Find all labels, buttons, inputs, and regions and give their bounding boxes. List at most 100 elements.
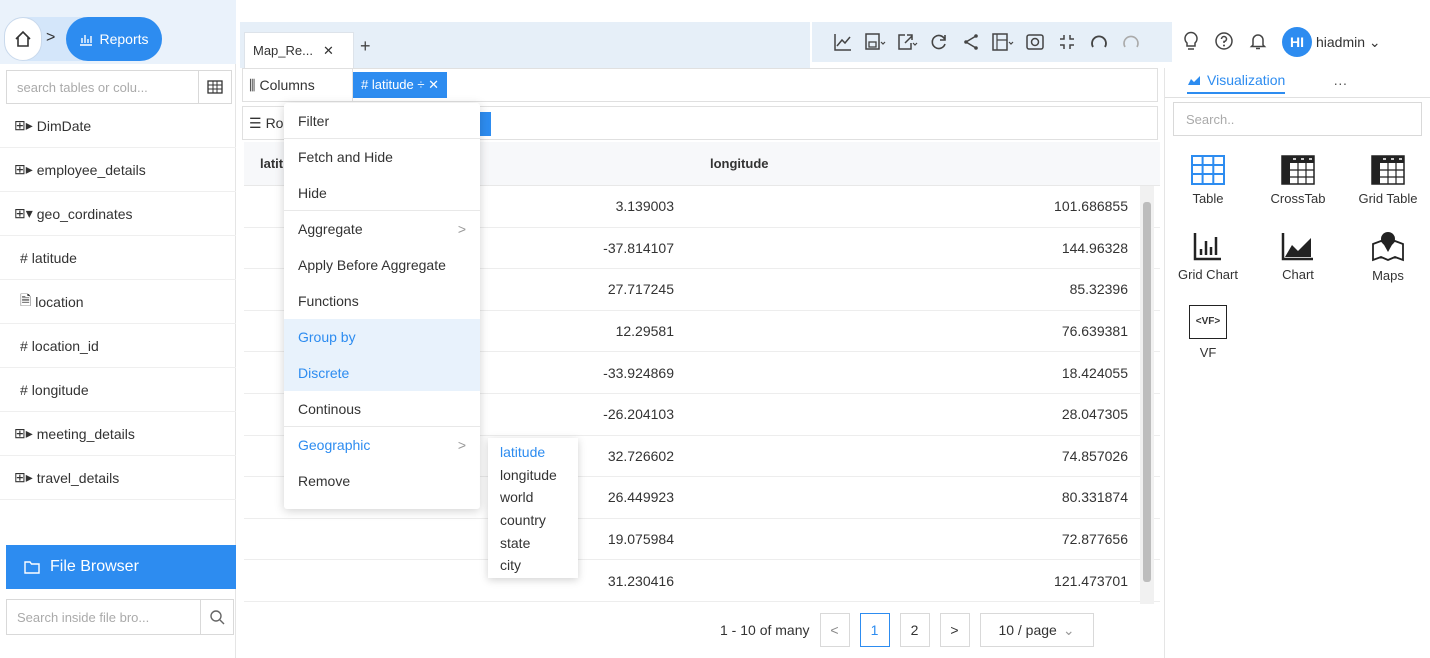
menu-item-remove[interactable]: Remove <box>284 463 480 499</box>
viz-vf[interactable]: <VF> VF <box>1165 294 1251 370</box>
viz-search-input[interactable]: Search.. <box>1173 102 1422 136</box>
preview-icon[interactable] <box>1022 29 1048 55</box>
area-chart-icon <box>1188 75 1200 85</box>
breadcrumb: > Reports <box>4 17 162 61</box>
avatar[interactable]: HI <box>1282 27 1312 57</box>
vertical-scrollbar[interactable] <box>1140 186 1154 604</box>
tree-item-geo-cordinates[interactable]: ⊞▾ geo_cordinates <box>0 192 236 236</box>
tab-title: Map_Re... <box>253 43 313 58</box>
search-icon[interactable] <box>200 599 234 635</box>
geo-option-world[interactable]: world <box>488 486 578 509</box>
prev-page-button[interactable]: < <box>819 613 850 647</box>
table-view-button[interactable] <box>198 70 232 104</box>
viz-table[interactable]: Table <box>1165 142 1251 218</box>
menu-item-group-by[interactable]: Group by <box>284 319 480 355</box>
viz-crosstab[interactable]: CrossTab <box>1255 142 1341 218</box>
menu-item-functions[interactable]: Functions <box>284 283 480 319</box>
tab-close-icon[interactable]: ✕ <box>323 43 334 59</box>
viz-maps[interactable]: Maps <box>1345 218 1430 294</box>
menu-item-label: Fetch and Hide <box>298 149 393 165</box>
folder-icon <box>24 561 40 574</box>
menu-item-label: Discrete <box>298 365 350 381</box>
scrollbar-thumb[interactable] <box>1143 202 1151 582</box>
table-search-input[interactable]: search tables or colu... <box>6 70 198 104</box>
columns-shelf-label: ⫼ Columns <box>243 69 353 101</box>
undo-icon[interactable] <box>1086 29 1112 55</box>
tree-item-travel-details[interactable]: ⊞▸ travel_details <box>0 456 236 500</box>
viz-grid-chart[interactable]: Grid Chart <box>1165 218 1251 294</box>
help-icon[interactable] <box>1214 31 1234 54</box>
next-page-button[interactable]: > <box>939 613 970 647</box>
viz-label: Grid Chart <box>1178 266 1238 282</box>
menu-item-fetch-and-hide[interactable]: Fetch and Hide <box>284 139 480 175</box>
menu-item-filter[interactable]: Filter <box>284 103 480 139</box>
cell-longitude: 80.331874 <box>1061 489 1128 506</box>
page-1-button[interactable]: 1 <box>859 613 890 647</box>
pagination: 1 - 10 of many < 1 2 > 10 / page ⌄ <box>720 612 1094 648</box>
menu-item-label: Functions <box>298 293 359 309</box>
menu-item-apply-before-aggregate[interactable]: Apply Before Aggregate <box>284 247 480 283</box>
layout-icon[interactable] <box>990 29 1016 55</box>
file-browser-button[interactable]: File Browser <box>6 545 236 589</box>
cell-longitude: 72.877656 <box>1061 531 1128 548</box>
tab-visualization[interactable]: Visualization <box>1187 72 1286 94</box>
cell-longitude: 74.857026 <box>1061 447 1128 464</box>
add-tab-button[interactable]: + <box>360 36 371 57</box>
home-button[interactable] <box>4 17 42 61</box>
menu-item-discrete[interactable]: Discrete <box>284 355 480 391</box>
cell-longitude: 76.639381 <box>1061 323 1128 340</box>
visualization-panel: Visualization ··· Search.. Table CrossTa… <box>1164 68 1430 658</box>
menu-item-label: Remove <box>298 473 351 489</box>
cell-latitude: 19.075984 <box>607 531 674 548</box>
fullscreen-icon[interactable] <box>1054 29 1080 55</box>
tree-item-employee-details[interactable]: ⊞▸ employee_details <box>0 148 236 192</box>
column-item-longitude[interactable]: # longitude <box>0 368 236 412</box>
bell-icon[interactable] <box>1248 31 1268 54</box>
page-size-select[interactable]: 10 / page ⌄ <box>979 613 1094 647</box>
menu-item-continous[interactable]: Continous <box>284 391 480 427</box>
geo-option-city[interactable]: city <box>488 554 578 577</box>
page-2-button[interactable]: 2 <box>899 613 930 647</box>
menu-item-geographic[interactable]: Geographic > <box>284 427 480 463</box>
tree-item-label: location_id <box>31 337 99 354</box>
column-item-location[interactable]: 🗎 location <box>0 280 236 324</box>
tab-map-report[interactable]: Map_Re... ✕ <box>244 32 354 68</box>
line-chart-icon[interactable] <box>830 29 856 55</box>
column-context-menu: Filter Fetch and Hide Hide Aggregate > Ap… <box>284 103 480 509</box>
menu-item-label: Continous <box>298 400 362 417</box>
column-item-latitude[interactable]: # latitude <box>0 236 236 280</box>
save-icon[interactable] <box>862 29 888 55</box>
viz-chart[interactable]: Chart <box>1255 218 1341 294</box>
cell-longitude: 85.32396 <box>1069 281 1128 298</box>
columns-shelf[interactable]: ⫼ Columns # latitude ÷ ✕ <box>242 68 1158 102</box>
column-item-location-id[interactable]: # location_id <box>0 324 236 368</box>
geo-option-longitude[interactable]: longitude <box>488 464 578 487</box>
tree-item-meeting-details[interactable]: ⊞▸ meeting_details <box>0 412 236 456</box>
redo-icon[interactable] <box>1118 29 1144 55</box>
geo-option-state[interactable]: state <box>488 531 578 554</box>
header-longitude[interactable]: longitude <box>690 156 1130 171</box>
file-search-input[interactable]: Search inside file bro... <box>6 599 200 635</box>
share-icon[interactable] <box>958 29 984 55</box>
menu-item-hide[interactable]: Hide <box>284 175 480 211</box>
menu-item-aggregate[interactable]: Aggregate > <box>284 211 480 247</box>
latitude-pill[interactable]: # latitude ÷ ✕ <box>353 72 448 98</box>
report-toolbar <box>812 22 1172 62</box>
user-menu[interactable]: hiadmin ⌄ <box>1316 34 1381 51</box>
refresh-icon[interactable] <box>926 29 952 55</box>
viz-grid-table[interactable]: Grid Table <box>1345 142 1430 218</box>
bar-chart-icon <box>80 35 93 46</box>
more-icon[interactable]: ··· <box>1333 75 1347 91</box>
export-icon[interactable] <box>894 29 920 55</box>
tree-item-dimdate[interactable]: ⊞▸ DimDate <box>0 104 236 148</box>
crosstab-icon <box>1281 154 1315 185</box>
cell-longitude: 101.686855 <box>1054 198 1128 215</box>
chevron-right-icon[interactable]: > <box>46 29 55 47</box>
reports-button[interactable]: Reports <box>66 17 162 61</box>
lightbulb-icon[interactable] <box>1182 31 1200 54</box>
viz-label: CrossTab <box>1270 190 1326 206</box>
chevron-down-icon: ⌄ <box>1062 621 1075 638</box>
page-size-value: 10 / page <box>998 622 1057 638</box>
geo-option-country[interactable]: country <box>488 509 578 532</box>
geo-option-latitude[interactable]: latitude <box>488 441 578 464</box>
